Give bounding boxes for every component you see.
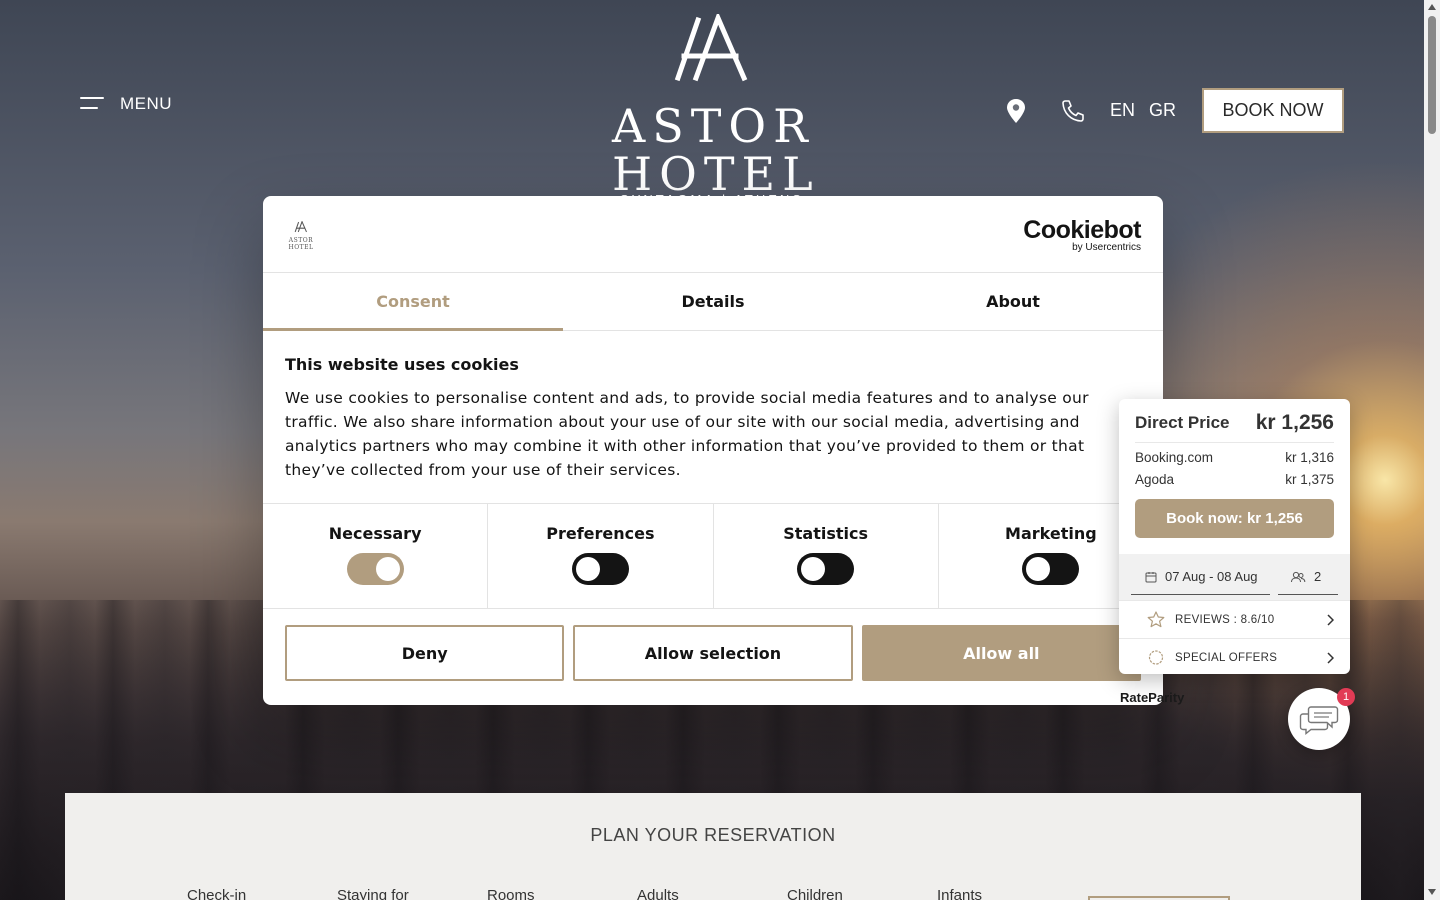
guests-field[interactable]: 2	[1278, 559, 1338, 595]
plan-reservation-panel: PLAN YOUR RESERVATION Check-in Staying f…	[65, 793, 1361, 900]
chevron-right-icon	[1327, 651, 1334, 664]
allow-all-button[interactable]: Allow all	[861, 625, 1141, 681]
ota-price: kr 1,316	[1285, 450, 1334, 465]
rateparity-brand: RateParity	[1120, 690, 1185, 705]
field-adults[interactable]: Adults	[637, 887, 787, 900]
direct-price-value: kr 1,256	[1255, 411, 1334, 434]
field-infants[interactable]: Infants	[937, 887, 1087, 900]
deny-button[interactable]: Deny	[285, 625, 565, 681]
ota-price: kr 1,375	[1285, 472, 1334, 487]
direct-price-row: Direct Price kr 1,256	[1135, 411, 1334, 443]
category-label: Marketing	[1005, 524, 1097, 543]
cookie-dialog-header: ASTOR HOTEL Cookiebot by Usercentrics	[263, 196, 1163, 273]
chat-button[interactable]: 1	[1288, 688, 1355, 750]
hotel-logo[interactable]: ASTOR HOTEL SYNTAGMA | ATHENS	[612, 14, 815, 207]
offer-badge-icon	[1148, 650, 1164, 665]
preferences-toggle[interactable]	[571, 553, 629, 585]
scroll-up-arrow-icon[interactable]	[1428, 4, 1436, 10]
plan-fields: Check-in Staying for Rooms Adults Childr…	[187, 887, 1087, 900]
reviews-label: REVIEWS : 8.6/10	[1175, 613, 1275, 626]
small-logo-word1: ASTOR	[288, 237, 314, 244]
menu-label: MENU	[120, 94, 173, 113]
cookie-tabs: Consent Details About	[263, 273, 1163, 331]
reviews-link[interactable]: REVIEWS : 8.6/10	[1119, 600, 1350, 638]
rate-search-bar: 07 Aug - 08 Aug 2	[1119, 554, 1350, 600]
marketing-toggle[interactable]	[1022, 553, 1080, 585]
statistics-toggle[interactable]	[797, 553, 855, 585]
guests-value: 2	[1314, 569, 1322, 584]
menu-button[interactable]: MENU	[80, 94, 172, 114]
cookie-title: This website uses cookies	[285, 355, 519, 374]
guests-icon	[1291, 571, 1306, 582]
scroll-thumb[interactable]	[1428, 16, 1436, 134]
chat-bubbles-icon	[1299, 706, 1339, 735]
field-check-in[interactable]: Check-in	[187, 887, 337, 900]
phone-icon[interactable]	[1060, 98, 1084, 124]
necessary-toggle[interactable]	[346, 553, 404, 585]
ota-row: Booking.com kr 1,316	[1135, 451, 1334, 465]
category-preferences: Preferences	[488, 504, 714, 608]
rate-widget: Direct Price kr 1,256 Booking.com kr 1,3…	[1119, 399, 1350, 674]
cookie-categories: Necessary Preferences Statistics Marketi…	[263, 504, 1163, 609]
cookie-description: We use cookies to personalise content an…	[285, 389, 1089, 479]
field-rooms[interactable]: Rooms	[487, 887, 637, 900]
allow-selection-button[interactable]: Allow selection	[573, 625, 853, 681]
category-label: Necessary	[328, 524, 422, 543]
tab-about[interactable]: About	[863, 273, 1163, 330]
book-now-button[interactable]: BOOK NOW	[1202, 88, 1344, 133]
cookie-consent-dialog: ASTOR HOTEL Cookiebot by Usercentrics Co…	[263, 196, 1163, 705]
logo-word-astor: ASTOR	[612, 99, 815, 153]
plan-search-button[interactable]	[1088, 896, 1230, 900]
category-necessary: Necessary	[263, 504, 489, 608]
field-staying-for[interactable]: Staying for	[337, 887, 487, 900]
logo-mark-icon	[674, 14, 748, 82]
category-statistics: Statistics	[714, 504, 939, 608]
date-range-field[interactable]: 07 Aug - 08 Aug	[1131, 559, 1270, 595]
language-en[interactable]: EN	[1110, 100, 1135, 121]
tab-consent[interactable]: Consent	[263, 273, 563, 331]
small-logo-word2: HOTEL	[288, 244, 314, 251]
chat-unread-badge: 1	[1337, 688, 1355, 706]
cookie-body: This website uses cookies We use cookies…	[263, 331, 1163, 504]
hamburger-icon	[80, 97, 104, 111]
tab-details[interactable]: Details	[563, 273, 863, 330]
direct-price-label: Direct Price	[1135, 413, 1230, 432]
scroll-down-arrow-icon[interactable]	[1428, 889, 1436, 895]
small-logo-mark-icon	[294, 220, 307, 233]
rate-book-button[interactable]: Book now: kr 1,256	[1135, 499, 1334, 538]
category-label: Preferences	[546, 524, 655, 543]
cookie-actions: Deny Allow selection Allow all	[263, 609, 1163, 681]
special-offers-label: SPECIAL OFFERS	[1175, 651, 1278, 664]
ota-name: Agoda	[1135, 472, 1175, 487]
cookiebot-logo[interactable]: Cookiebot by Usercentrics	[1023, 218, 1141, 254]
category-label: Statistics	[783, 524, 868, 543]
plan-title: PLAN YOUR RESERVATION	[590, 825, 836, 845]
calendar-icon	[1145, 571, 1157, 582]
field-children[interactable]: Children	[787, 887, 937, 900]
special-offers-link[interactable]: SPECIAL OFFERS	[1119, 638, 1350, 674]
ota-name: Booking.com	[1135, 450, 1214, 465]
header-actions: EN GR BOOK NOW	[1004, 88, 1344, 133]
star-icon	[1147, 611, 1165, 628]
date-range-value: 07 Aug - 08 Aug	[1165, 569, 1258, 584]
language-gr[interactable]: GR	[1149, 100, 1176, 121]
hotel-small-logo: ASTOR HOTEL	[285, 218, 317, 251]
cookiebot-brand: Cookiebot	[1023, 216, 1141, 244]
page-scrollbar[interactable]	[1424, 0, 1440, 900]
chevron-right-icon	[1327, 613, 1334, 626]
ota-row: Agoda kr 1,375	[1135, 473, 1334, 487]
location-pin-icon[interactable]	[1004, 98, 1028, 124]
